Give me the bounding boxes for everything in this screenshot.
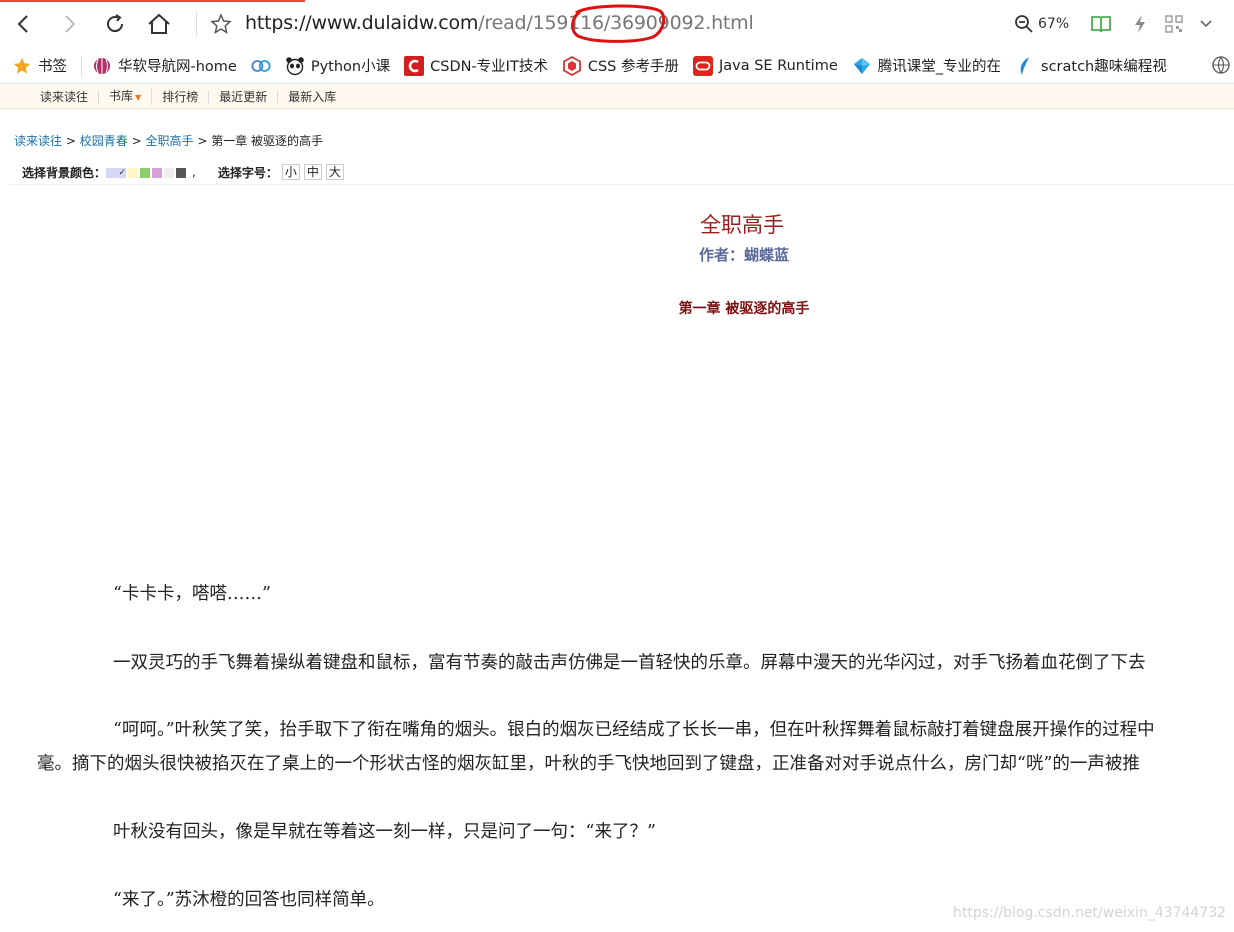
breadcrumb-link-book[interactable]: 全职高手 bbox=[145, 134, 193, 148]
book-title: 全职高手 bbox=[700, 213, 784, 237]
browser-toolbar: https://www.dulaidw.com/read/159116/3690… bbox=[0, 0, 1234, 48]
reload-button[interactable] bbox=[99, 8, 131, 40]
zoom-indicator[interactable]: 67% bbox=[1014, 14, 1069, 34]
breadcrumb-separator: > bbox=[131, 134, 142, 148]
swatch-separator: , bbox=[192, 165, 196, 179]
reader-settings-bar: 选择背景颜色： ✓ , 选择字号： 小 中 大 bbox=[10, 160, 1234, 185]
bookmark-item[interactable] bbox=[251, 56, 271, 76]
bookmarks-bar: 书签 华软导航网-home Python小课 CSDN-专业IT技术 CSS 参… bbox=[0, 48, 1234, 84]
bookmark-label: CSS 参考手册 bbox=[587, 59, 679, 75]
active-tab-indicator bbox=[0, 0, 305, 2]
font-size-medium-button[interactable]: 中 bbox=[303, 164, 322, 180]
paragraph-continuation: 毫。摘下的烟头很快被掐灭在了桌上的一个形状古怪的烟灰缸里，叶秋的手飞快地回到了键… bbox=[37, 754, 1140, 774]
bookmark-folder[interactable]: 书签 bbox=[12, 55, 67, 76]
bg-color-swatch[interactable]: ✓ bbox=[106, 167, 127, 178]
url-path: /read/159116/36909092.html bbox=[478, 12, 754, 34]
qr-code-button[interactable] bbox=[1158, 8, 1190, 40]
bg-color-swatch[interactable] bbox=[140, 167, 151, 178]
zoom-level: 67% bbox=[1038, 16, 1070, 32]
bg-color-swatch[interactable] bbox=[152, 167, 163, 178]
qr-code-icon bbox=[1165, 15, 1183, 33]
breadcrumb-link-category[interactable]: 校园青春 bbox=[80, 134, 128, 148]
breadcrumb-separator: > bbox=[65, 134, 76, 148]
forward-button[interactable] bbox=[53, 8, 85, 40]
reader-mode-button[interactable] bbox=[1085, 8, 1117, 40]
paragraph: 一双灵巧的手飞舞着操纵着键盘和鼠标，富有节奏的敲击声仿佛是一首轻快的乐章。屏幕中… bbox=[113, 653, 1146, 673]
bookmark-item[interactable]: 华软导航网-home bbox=[92, 55, 237, 76]
bookmark-label: scratch趣味编程视 bbox=[1041, 59, 1167, 75]
bookmark-item[interactable]: 腾讯课堂_专业的在 bbox=[852, 55, 1001, 76]
toolbar-separator bbox=[196, 12, 197, 36]
back-button[interactable] bbox=[8, 8, 40, 40]
paragraph: “呵呵。”叶秋笑了笑，抬手取下了衔在嘴角的烟头。银白的烟灰已经结成了长长一串，但… bbox=[113, 720, 1155, 740]
nav-item-new-entries[interactable]: 最新入库 bbox=[278, 90, 346, 104]
bg-color-swatch[interactable] bbox=[128, 167, 139, 178]
paragraph: “卡卡卡，嗒嗒……” bbox=[113, 584, 271, 604]
reload-icon bbox=[107, 14, 124, 33]
bookmark-label: 书签 bbox=[38, 59, 67, 75]
bookmark-label: Java SE Runtime bbox=[718, 57, 838, 74]
nav-item-recent-updates[interactable]: 最近更新 bbox=[209, 89, 279, 104]
address-bar[interactable]: https://www.dulaidw.com/read/159116/3690… bbox=[245, 12, 754, 34]
nav-item-ranking[interactable]: 排行榜 bbox=[152, 89, 210, 104]
bg-color-swatch[interactable] bbox=[176, 167, 187, 178]
paragraph: “来了。”苏沐橙的回答也同样简单。 bbox=[113, 890, 385, 910]
dropdown-caret-icon: ▼ bbox=[135, 92, 142, 102]
bookmark-item[interactable]: scratch趣味编程视 bbox=[1015, 55, 1167, 76]
book-icon bbox=[1091, 16, 1111, 33]
bookmark-item[interactable]: CSS 参考手册 bbox=[562, 55, 679, 76]
breadcrumb-separator: > bbox=[197, 134, 208, 148]
bookmark-item[interactable]: CSDN-专业IT技术 bbox=[404, 55, 548, 76]
font-size-large-button[interactable]: 大 bbox=[325, 164, 344, 180]
speed-mode-button[interactable] bbox=[1124, 8, 1156, 40]
panda-icon bbox=[285, 56, 305, 76]
globe-icon bbox=[92, 56, 112, 76]
breadcrumb-link-site[interactable]: 读来读往 bbox=[14, 134, 62, 148]
bookmark-label: Python小课 bbox=[310, 59, 391, 75]
zoom-out-icon bbox=[1015, 15, 1033, 33]
nav-item-label: 书库 bbox=[109, 88, 134, 103]
back-arrow-icon bbox=[17, 15, 28, 33]
nav-item-library[interactable]: 书库 ▼ bbox=[99, 88, 153, 105]
home-icon bbox=[148, 13, 170, 34]
book-author: 作者：蝴蝶蓝 bbox=[698, 246, 789, 264]
font-size-small-button[interactable]: 小 bbox=[281, 164, 300, 180]
csdn-icon bbox=[404, 55, 425, 76]
breadcrumb: 读来读往 > 校园青春 > 全职高手 > 第一章 被驱逐的高手 bbox=[14, 132, 323, 149]
bookmark-star-button[interactable] bbox=[205, 8, 237, 40]
url-host: dulaidw.com bbox=[361, 12, 479, 34]
chapter-title: 第一章 被驱逐的高手 bbox=[678, 301, 810, 317]
paragraph: 叶秋没有回头，像是早就在等着这一刻一样，只是问了一句：“来了？” bbox=[113, 822, 656, 842]
bookmark-label: CSDN-专业IT技术 bbox=[430, 59, 548, 75]
breadcrumb-current: 第一章 被驱逐的高手 bbox=[211, 134, 324, 148]
font-size-label: 选择字号： bbox=[217, 165, 278, 180]
bookmark-label: 腾讯课堂_专业的在 bbox=[877, 59, 1002, 75]
css-icon bbox=[562, 55, 582, 76]
bookmark-divider bbox=[81, 55, 82, 76]
menu-dropdown-button[interactable] bbox=[1190, 8, 1222, 40]
watermark: https://blog.csdn.net/weixin_43744732 bbox=[953, 905, 1227, 921]
bg-color-swatch[interactable] bbox=[164, 167, 175, 178]
globe-outline-icon[interactable] bbox=[1211, 55, 1231, 75]
bg-color-label: 选择背景颜色： bbox=[22, 165, 107, 180]
star-icon bbox=[12, 56, 32, 76]
star-outline-icon bbox=[210, 13, 232, 34]
rings-icon bbox=[251, 56, 271, 76]
bookmark-label: 华软导航网-home bbox=[118, 59, 237, 75]
oracle-icon bbox=[692, 55, 713, 76]
bg-color-swatches: ✓ bbox=[106, 165, 188, 179]
home-button[interactable] bbox=[143, 8, 175, 40]
lightning-icon bbox=[1135, 15, 1145, 33]
url-prefix: https://www. bbox=[245, 12, 362, 34]
tencent-icon bbox=[852, 56, 872, 76]
site-nav: 读来读往 书库 ▼ 排行榜 最近更新 最新入库 bbox=[0, 85, 1234, 109]
nav-item-home[interactable]: 读来读往 bbox=[30, 89, 100, 104]
bookmark-item[interactable]: Python小课 bbox=[285, 55, 390, 76]
feather-icon bbox=[1015, 56, 1035, 76]
bookmark-item[interactable]: Java SE Runtime bbox=[692, 55, 838, 76]
chevron-down-icon bbox=[1200, 20, 1212, 28]
forward-arrow-icon bbox=[65, 15, 76, 33]
